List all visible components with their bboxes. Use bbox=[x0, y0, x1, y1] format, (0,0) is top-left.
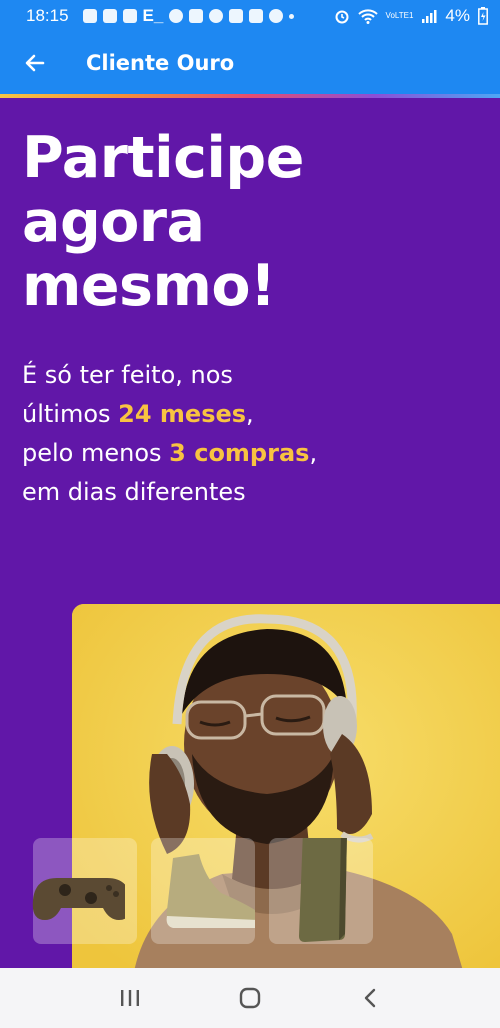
headline-line: mesmo! bbox=[22, 253, 276, 319]
description-text: , bbox=[246, 400, 254, 428]
dot-icon bbox=[289, 13, 295, 19]
signal-icon bbox=[422, 10, 437, 23]
battery-percent: 4% bbox=[445, 6, 470, 25]
product-thumbnail[interactable] bbox=[151, 838, 255, 944]
description-line: em dias diferentes bbox=[22, 478, 246, 506]
home-button[interactable] bbox=[220, 978, 280, 1018]
back-chevron-icon bbox=[364, 988, 376, 1008]
page-title: Cliente Ouro bbox=[86, 51, 235, 75]
promo-description: É só ter feito, nos últimos 24 meses, pe… bbox=[22, 356, 482, 512]
battery-icon bbox=[478, 7, 488, 25]
cloud-icon bbox=[269, 9, 284, 23]
home-icon bbox=[239, 987, 261, 1009]
notification-text: E_ bbox=[142, 6, 164, 25]
headline-line: agora bbox=[22, 189, 205, 255]
status-time: 18:15 bbox=[26, 6, 69, 25]
highlight-purchases: 3 compras bbox=[169, 439, 310, 467]
location-icon bbox=[169, 9, 184, 23]
app-icon bbox=[122, 9, 137, 23]
highlight-months: 24 meses bbox=[118, 400, 247, 428]
volte-label: VoLTE1 bbox=[385, 11, 414, 20]
sneaker-icon bbox=[166, 854, 255, 928]
message-icon bbox=[82, 9, 97, 23]
app-icon bbox=[189, 9, 204, 23]
back-button[interactable] bbox=[0, 32, 70, 94]
smartphone-icon bbox=[299, 838, 347, 942]
arrow-left-icon bbox=[25, 54, 45, 72]
promo-banner: Participe agora mesmo! É só ter feito, n… bbox=[0, 98, 500, 968]
description-line: últimos 24 meses, bbox=[22, 395, 482, 434]
recents-button[interactable] bbox=[100, 978, 160, 1018]
recents-icon bbox=[121, 990, 139, 1006]
wifi-icon bbox=[357, 9, 378, 24]
back-nav-button[interactable] bbox=[340, 978, 400, 1018]
status-bar: 18:15 E_ VoLTE1 4% bbox=[0, 0, 500, 32]
alarm-icon bbox=[335, 10, 349, 24]
headline-line: Participe bbox=[22, 125, 304, 191]
description-line: pelo menos 3 compras, bbox=[22, 434, 482, 473]
headline: Participe agora mesmo! bbox=[22, 126, 482, 318]
app-bar: Cliente Ouro bbox=[0, 32, 500, 94]
description-text: últimos bbox=[22, 400, 119, 428]
app-icon bbox=[229, 9, 244, 23]
app-icon bbox=[209, 9, 224, 23]
description-line: É só ter feito, nos bbox=[22, 361, 233, 389]
description-text: , bbox=[309, 439, 318, 467]
mail-icon bbox=[249, 9, 264, 23]
app-icon bbox=[102, 9, 117, 23]
system-nav-bar bbox=[0, 968, 500, 1028]
product-thumbnail[interactable] bbox=[269, 838, 373, 944]
product-thumbnail[interactable] bbox=[32, 838, 137, 944]
description-text: pelo menos bbox=[22, 439, 170, 467]
game-controller-icon bbox=[32, 878, 125, 920]
